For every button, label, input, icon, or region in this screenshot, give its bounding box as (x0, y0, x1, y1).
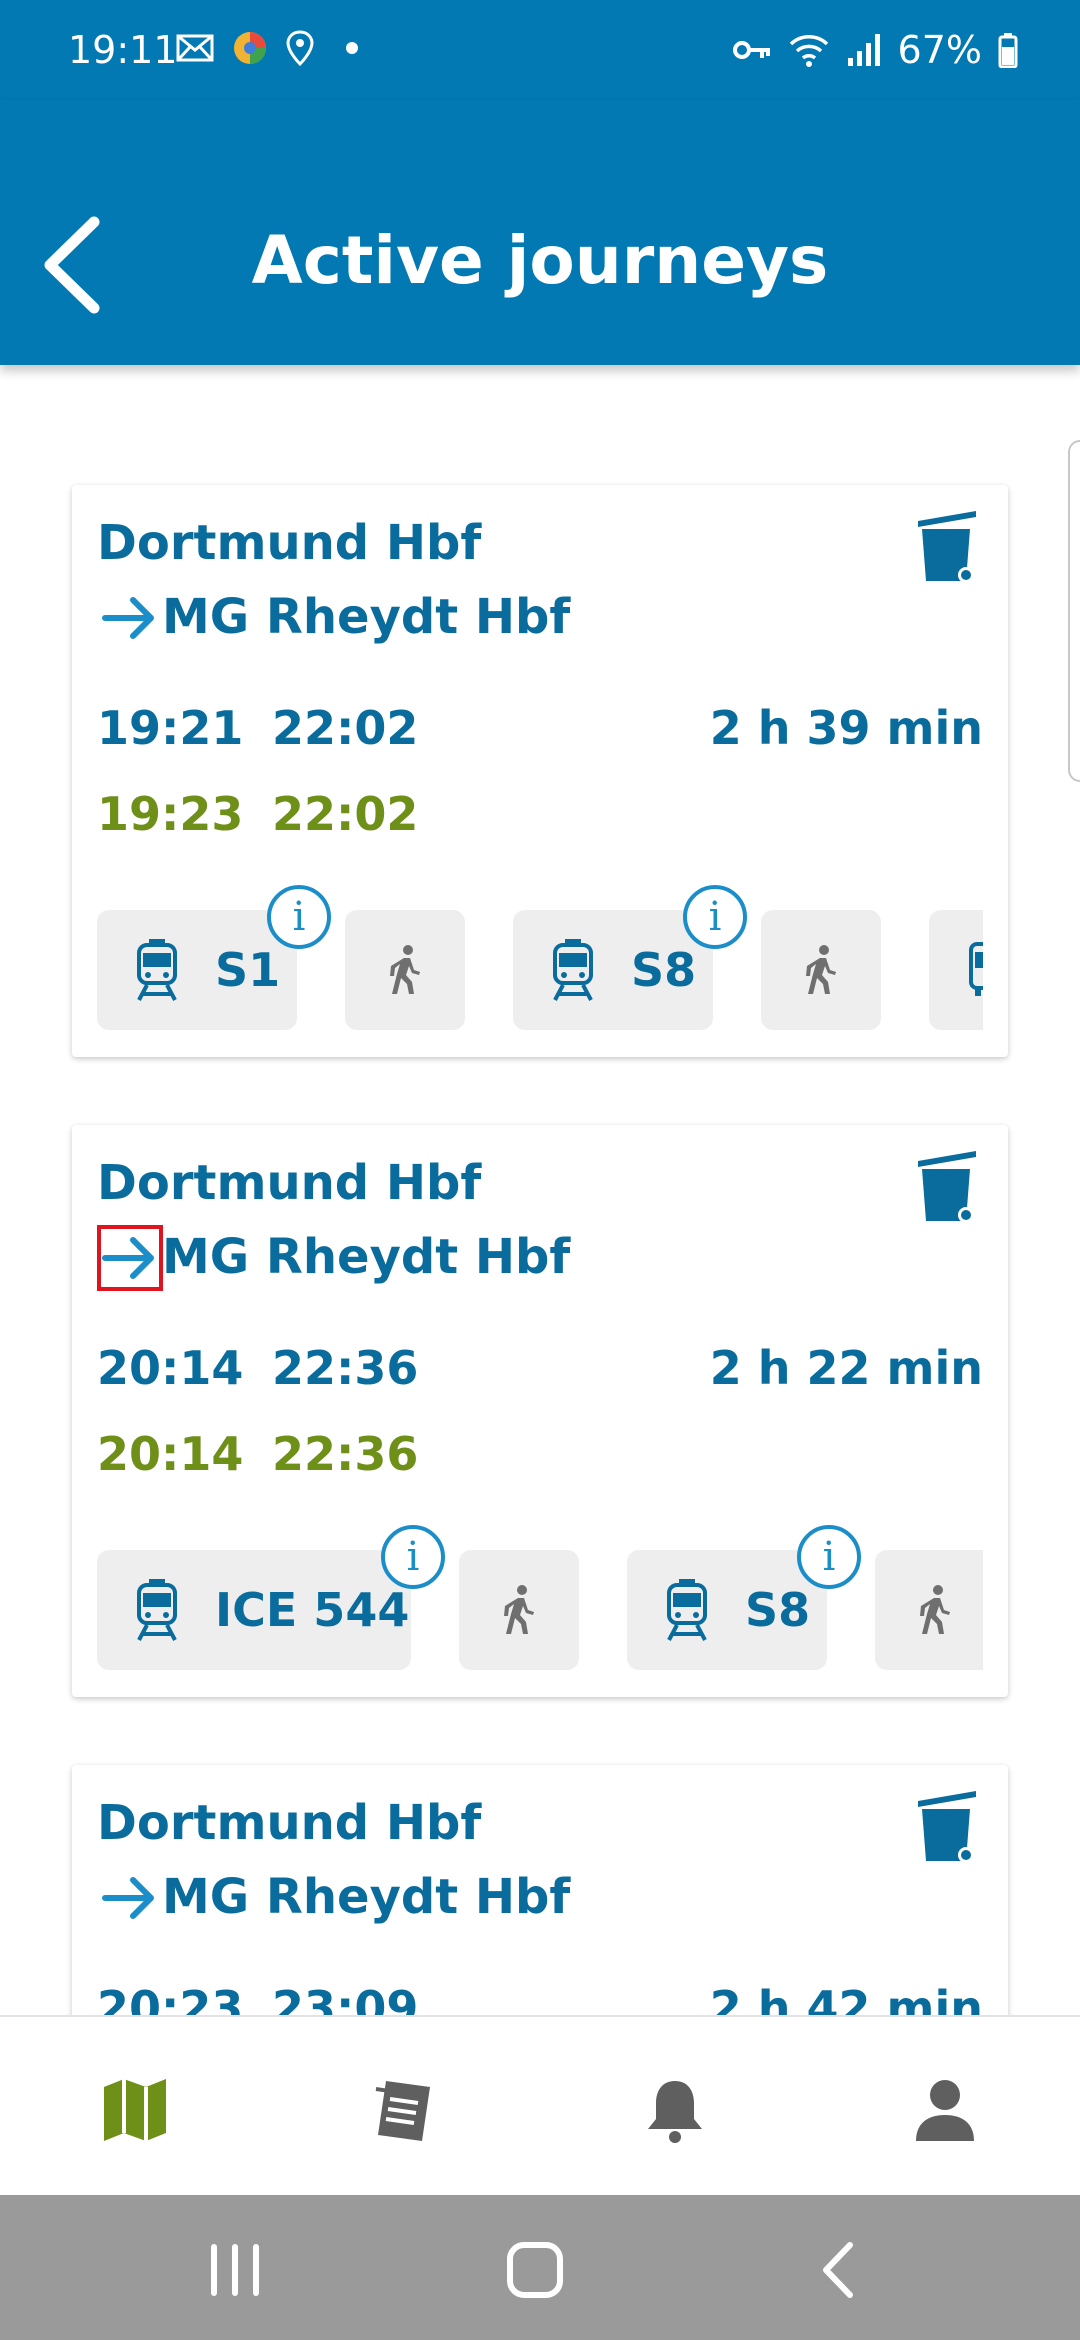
battery-icon (998, 33, 1018, 68)
journey-list[interactable]: Dortmund Hbf MG Rheydt Hbf 19:21 22:02 2… (0, 365, 1080, 2015)
leg-train[interactable]: S8 (513, 910, 713, 1030)
journey-duration: 2 h 42 min (709, 1981, 983, 2015)
journey-from: Dortmund Hbf (97, 1795, 482, 1851)
train-icon (553, 939, 593, 1001)
planned-departure: 19:21 (97, 701, 244, 755)
tickets-icon[interactable] (368, 2075, 438, 2145)
train-icon (667, 1579, 707, 1641)
leg-walk[interactable] (875, 1550, 983, 1670)
leg-line-label: S8 (745, 1583, 811, 1637)
walk-icon (920, 1585, 950, 1634)
journey-to: MG Rheydt Hbf (162, 589, 571, 645)
arrow-right-icon (102, 1877, 154, 1919)
info-icon[interactable]: i (267, 885, 331, 949)
journey-card[interactable]: Dortmund Hbf MG Rheydt Hbf 20:14 22:36 2… (72, 1125, 1008, 1697)
journey-from: Dortmund Hbf (97, 1155, 482, 1211)
leg-train[interactable]: ICE 544 (97, 1550, 411, 1670)
actual-arrival: 22:36 (272, 1427, 419, 1481)
journey-duration: 2 h 22 min (709, 1341, 983, 1395)
arrow-right-icon[interactable] (97, 1225, 163, 1291)
journey-legs[interactable]: ICE 544 i S8 i (97, 1525, 983, 1675)
bell-icon[interactable] (640, 2075, 710, 2145)
browser-icon (234, 32, 266, 64)
mail-icon (176, 34, 214, 62)
app-bar: Active journeys (0, 100, 1080, 365)
walk-icon (504, 1585, 534, 1634)
train-icon (137, 1579, 177, 1641)
leg-walk[interactable] (345, 910, 465, 1030)
leg-train[interactable]: S1 (97, 910, 297, 1030)
leg-line-label: ICE 544 (215, 1583, 410, 1637)
actual-departure: 20:14 (97, 1427, 244, 1481)
journey-card[interactable]: Dortmund Hbf MG Rheydt Hbf 20:23 23:09 2… (72, 1765, 1008, 2015)
info-icon[interactable]: i (381, 1525, 445, 1589)
page-title: Active journeys (251, 222, 829, 299)
arrow-right-icon (102, 597, 154, 639)
trash-icon[interactable] (914, 507, 980, 585)
planned-departure: 20:14 (97, 1341, 244, 1395)
journey-card[interactable]: Dortmund Hbf MG Rheydt Hbf 19:21 22:02 2… (72, 485, 1008, 1057)
journey-legs[interactable]: S1 i S8 i (97, 885, 983, 1035)
leg-walk[interactable] (459, 1550, 579, 1670)
back-icon[interactable] (804, 2235, 874, 2305)
actual-departure: 19:23 (97, 787, 244, 841)
trash-icon[interactable] (914, 1787, 980, 1865)
actual-arrival: 22:02 (272, 787, 419, 841)
planned-arrival: 22:36 (272, 1341, 419, 1395)
leg-walk[interactable] (761, 910, 881, 1030)
info-icon[interactable]: i (797, 1525, 861, 1589)
planned-departure: 20:23 (97, 1981, 244, 2015)
leg-bus[interactable] (929, 910, 983, 1030)
planned-arrival: 22:02 (272, 701, 419, 755)
status-left-icons (176, 30, 362, 66)
system-navigation-bar (0, 2195, 1080, 2340)
leg-train[interactable]: S8 (627, 1550, 827, 1670)
bus-icon (969, 942, 983, 996)
leg-line-label: S8 (631, 943, 697, 997)
planned-arrival: 23:09 (272, 1981, 419, 2015)
map-icon[interactable] (100, 2075, 170, 2145)
journey-from: Dortmund Hbf (97, 515, 482, 571)
journey-duration: 2 h 39 min (709, 701, 983, 755)
journey-to: MG Rheydt Hbf (162, 1229, 571, 1285)
signal-icon (847, 34, 880, 66)
journey-to: MG Rheydt Hbf (162, 1869, 571, 1925)
walk-icon (806, 945, 836, 994)
dot-icon (346, 42, 358, 54)
recents-icon[interactable] (200, 2235, 270, 2305)
profile-icon[interactable] (910, 2075, 980, 2145)
status-bar: 19:11 67% (0, 0, 1080, 100)
location-icon (286, 30, 314, 66)
status-right-icons: 67% (732, 28, 1018, 72)
train-icon (137, 939, 177, 1001)
vpn-key-icon (732, 41, 770, 59)
trash-icon[interactable] (914, 1147, 980, 1225)
home-icon[interactable] (500, 2235, 570, 2305)
bottom-navigation (0, 2015, 1080, 2197)
battery-percent: 67% (897, 28, 982, 72)
info-icon[interactable]: i (683, 885, 747, 949)
status-time: 19:11 (68, 28, 178, 72)
wifi-icon (789, 35, 828, 67)
walk-icon (390, 945, 420, 994)
leg-line-label: S1 (215, 943, 281, 997)
